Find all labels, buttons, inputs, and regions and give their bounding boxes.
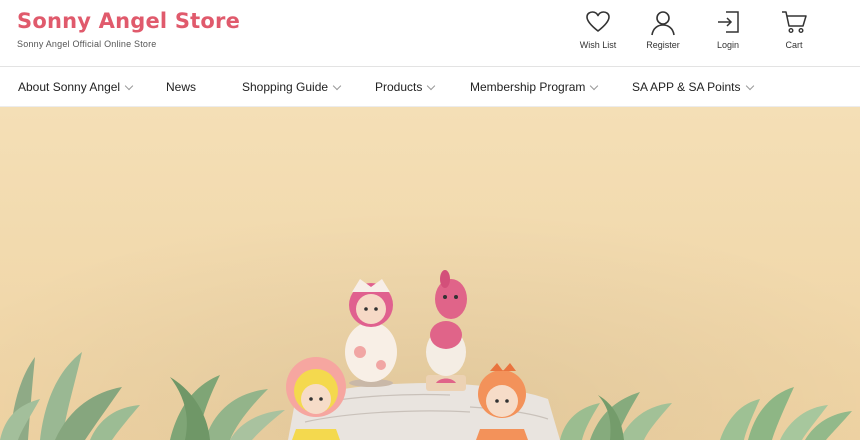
nav-label: Membership Program — [470, 80, 586, 94]
register-label: Register — [646, 40, 680, 50]
site-logo[interactable]: Sonny Angel Store Sonny Angel Official O… — [17, 8, 240, 49]
chevron-down-icon — [590, 81, 599, 91]
nav-sa-app-points[interactable]: SA APP & SA Points — [632, 80, 754, 94]
wish-list-button[interactable]: Wish List — [568, 10, 628, 50]
hero-image — [0, 107, 860, 440]
login-button[interactable]: Login — [698, 10, 758, 50]
cart-icon — [782, 11, 807, 34]
hero-banner[interactable] — [0, 107, 860, 440]
heart-icon — [586, 11, 610, 32]
cart-button[interactable]: Cart — [764, 10, 824, 50]
logo-title[interactable]: Sonny Angel Store — [17, 8, 240, 34]
register-button[interactable]: Register — [633, 10, 693, 50]
person-icon — [651, 11, 675, 36]
nav-label: Products — [375, 80, 423, 94]
chevron-down-icon — [124, 81, 134, 91]
login-label: Login — [716, 40, 740, 50]
figure-pink-dino — [345, 279, 397, 387]
cart-label: Cart — [785, 40, 803, 50]
wish-list-label: Wish List — [579, 40, 617, 50]
nav-label: News — [166, 80, 197, 94]
nav-label: About Sonny Angel — [18, 80, 121, 94]
chevron-down-icon — [745, 81, 754, 91]
main-nav: About Sonny Angel News Shopping Guide Pr… — [0, 66, 860, 107]
chevron-down-icon — [332, 81, 342, 91]
logo-subtitle: Sonny Angel Official Online Store — [17, 39, 157, 49]
nav-about-sonny-angel[interactable]: About Sonny Angel — [18, 80, 134, 94]
nav-shopping-guide[interactable]: Shopping Guide — [242, 80, 342, 94]
nav-news[interactable]: News — [166, 80, 196, 94]
site-header: Sonny Angel Store Sonny Angel Official O… — [0, 0, 860, 66]
nav-label: Shopping Guide — [242, 80, 329, 94]
nav-membership-program[interactable]: Membership Program — [470, 80, 599, 94]
nav-products[interactable]: Products — [375, 80, 436, 94]
chevron-down-icon — [427, 81, 436, 91]
login-icon — [718, 11, 739, 33]
nav-label: SA APP & SA Points — [632, 80, 741, 94]
